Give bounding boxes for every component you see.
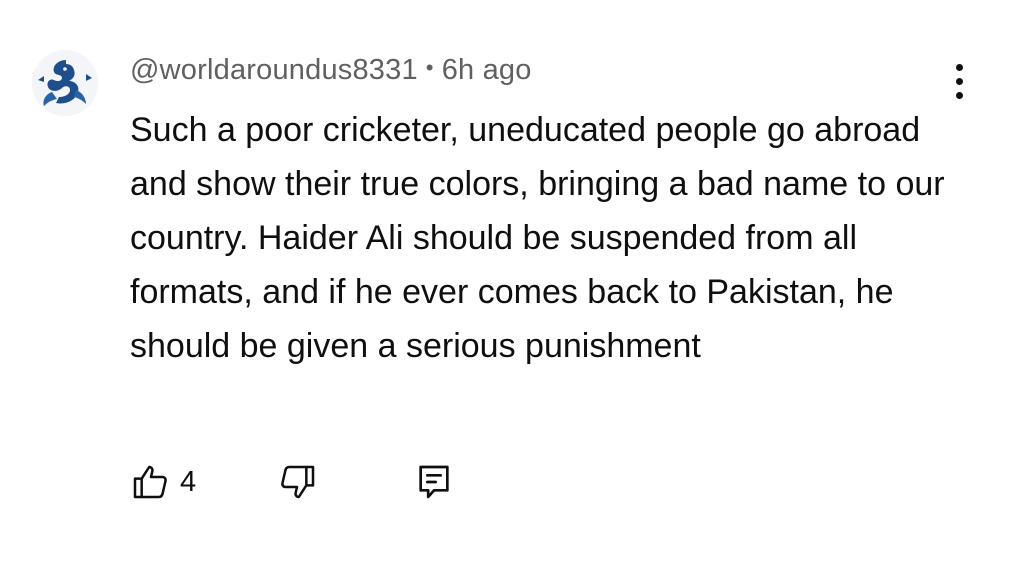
comment-item: @worldaroundus8331 • 6h ago Such a poor cr…	[0, 0, 1024, 567]
like-button[interactable]: 4	[130, 458, 196, 506]
comment-meta: @worldaroundus8331 • 6h ago	[130, 54, 532, 87]
meta-separator: •	[425, 55, 434, 80]
more-options-button[interactable]	[944, 60, 976, 104]
like-count: 4	[180, 465, 197, 498]
reply-button[interactable]	[414, 458, 454, 506]
reply-comment-icon	[419, 465, 449, 499]
more-vertical-icon-dot	[956, 92, 963, 99]
dislike-button[interactable]	[278, 458, 318, 506]
thumbs-down-icon	[281, 465, 315, 499]
dragon-logo-icon	[32, 50, 98, 116]
more-vertical-icon	[956, 64, 963, 71]
author-name[interactable]: @worldaroundus8331	[130, 54, 418, 86]
comment-timestamp[interactable]: 6h ago	[442, 54, 532, 86]
thumbs-up-icon	[133, 465, 167, 499]
avatar[interactable]	[32, 50, 98, 116]
comment-text: Such a poor cricketer, uneducated people…	[130, 111, 945, 365]
more-vertical-icon-dot	[956, 78, 963, 85]
